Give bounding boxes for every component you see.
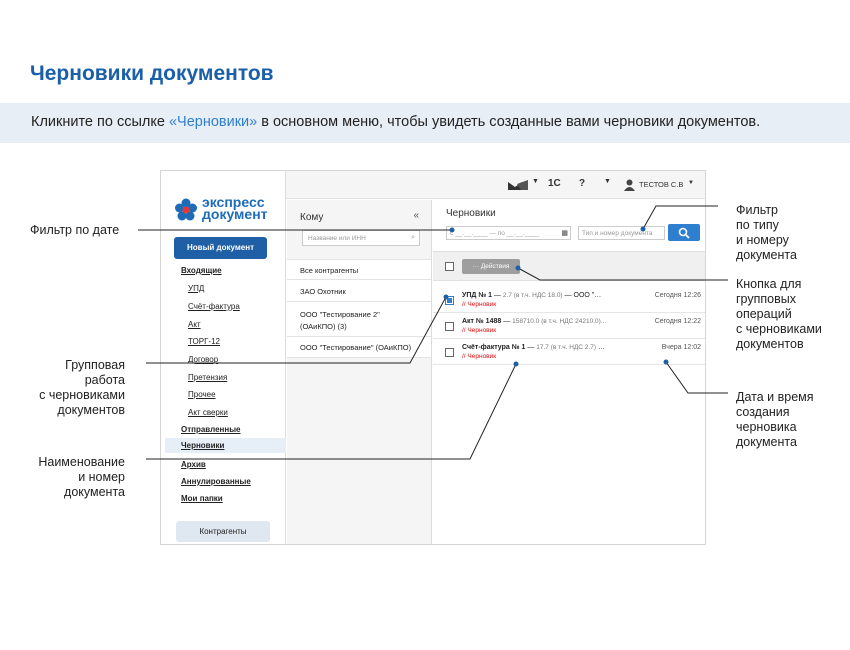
draft-date: Сегодня 12:26 [654,292,701,299]
annotation-created: Дата и время создания черновика документа [736,390,814,449]
row-checkbox[interactable] [445,322,454,331]
search-icon [678,227,690,239]
draft-row[interactable]: Счёт-фактура № 1 — 17.7 (в т.ч. НДС 2.7)… [433,340,705,365]
notifications-dropdown-icon[interactable]: ▼ [532,178,539,185]
recipient-row-all[interactable]: Все контрагенты [287,259,431,279]
select-all-checkbox[interactable] [445,262,454,271]
row-checkbox-mark [447,298,452,303]
logo-line2: документ [202,206,268,222]
user-icon [624,179,635,191]
sidebar-item-claim[interactable]: Претензия [188,373,227,382]
annotation-group-button: Кнопка для групповых операций с черновиками… [736,277,822,351]
hint-text-after: в основном меню, чтобы увидеть созданные… [257,114,761,130]
row-checkbox[interactable] [445,296,454,305]
draft-status: // Черновик [462,301,497,308]
page-title: Черновики документов [30,62,274,85]
sidebar: экспресс документ Новый документ Входящи… [161,171,286,544]
sidebar-item-contract[interactable]: Договор [188,355,218,364]
search-button[interactable] [668,224,700,241]
draft-status: // Черновик [462,327,497,334]
draft-date: Вчера 12:02 [661,344,701,351]
recipient-search-input[interactable]: Название или ИНН ⌕ [302,230,420,246]
sidebar-item-cancelled[interactable]: Аннулированные [181,477,251,486]
instruction-banner: Кликните по ссылке «Черновики» в основно… [0,103,850,143]
row-checkbox[interactable] [445,348,454,357]
date-filter-input[interactable]: с __.__.____ — по __.__.____ ▦ [446,226,571,240]
draft-name: Акт № 1488 — 158710.0 (в т.ч. НДС 24210.… [462,318,607,325]
recipient-row[interactable]: ООО "Тестирование 2" (ОАиКПО) (3) [287,301,431,336]
top-toolbar: ▼ 1С ? ▼ ТЕСТОВ С.В ▼ [286,171,705,199]
sidebar-item-invoice[interactable]: Счёт-фактура [188,302,240,311]
search-icon: ⌕ [411,234,415,241]
drafts-panel: Черновики с __.__.____ — по __.__.____ ▦ … [433,200,705,544]
draft-row[interactable]: Акт № 1488 — 158710.0 (в т.ч. НДС 24210.… [433,314,705,339]
draft-name: Счёт-фактура № 1 — 17.7 (в т.ч. НДС 2.7)… [462,344,605,351]
sidebar-item-act[interactable]: Акт [188,320,201,329]
draft-date: Сегодня 12:22 [654,318,701,325]
annotation-type-filter: Фильтр по типу и номеру документа [736,203,797,262]
sidebar-item-upd[interactable]: УПД [188,284,204,293]
annotation-name-number: Наименование и номер документа [38,455,125,499]
sidebar-item-sent[interactable]: Отправленные [181,425,241,434]
sidebar-item-incoming[interactable]: Входящие [181,266,222,275]
help-dropdown-icon[interactable]: ▼ [604,178,611,185]
actions-button[interactable]: ··· Действия [462,259,520,274]
drafts-title: Черновики [446,208,496,219]
sidebar-item-drafts[interactable]: Черновики [165,438,286,453]
group-actions-bar: ··· Действия [433,251,705,281]
contractors-button[interactable]: Контрагенты [176,521,270,542]
recipient-row[interactable]: ЗАО Охотник [287,279,431,301]
recipients-title: Кому [300,212,324,223]
collapse-panel-button[interactable]: « [413,210,419,221]
annotation-group-work: Групповая работа с черновиками документов [39,358,125,417]
notifications-icon[interactable] [507,179,529,191]
app-window: экспресс документ Новый документ Входящи… [160,170,706,545]
draft-status: // Черновик [462,353,497,360]
onec-button[interactable]: 1С [548,178,561,189]
logo-flower-icon [175,198,197,221]
user-menu[interactable]: ТЕСТОВ С.В [639,180,683,189]
user-dropdown-icon[interactable]: ▼ [688,180,694,186]
calendar-icon[interactable]: ▦ [561,229,568,237]
recipients-panel: Кому « Название или ИНН ⌕ Все контрагенты… [287,200,432,544]
sidebar-item-my-folders[interactable]: Мои папки [181,494,223,503]
annotation-date-filter: Фильтр по дате [30,223,120,237]
hint-drafts-link: «Черновики» [168,114,258,130]
sidebar-item-torg12[interactable]: ТОРГ-12 [188,337,220,346]
sidebar-item-reconciliation[interactable]: Акт сверки [188,408,228,417]
draft-name: УПД № 1 — 2.7 (в т.ч. НДС 18.0) — ООО "… [462,292,602,299]
sidebar-item-other[interactable]: Прочее [188,390,216,399]
sidebar-item-archive[interactable]: Архив [181,460,206,469]
recipient-row[interactable]: ООО "Тестирование" (ОАиКПО) [287,336,431,358]
type-number-filter-input[interactable]: Тип и номер документа [578,226,665,240]
hint-text-before: Кликните по ссылке [31,114,169,130]
draft-row[interactable]: УПД № 1 — 2.7 (в т.ч. НДС 18.0) — ООО "…… [433,288,705,313]
new-document-button[interactable]: Новый документ [174,237,267,259]
help-button[interactable]: ? [579,178,585,189]
